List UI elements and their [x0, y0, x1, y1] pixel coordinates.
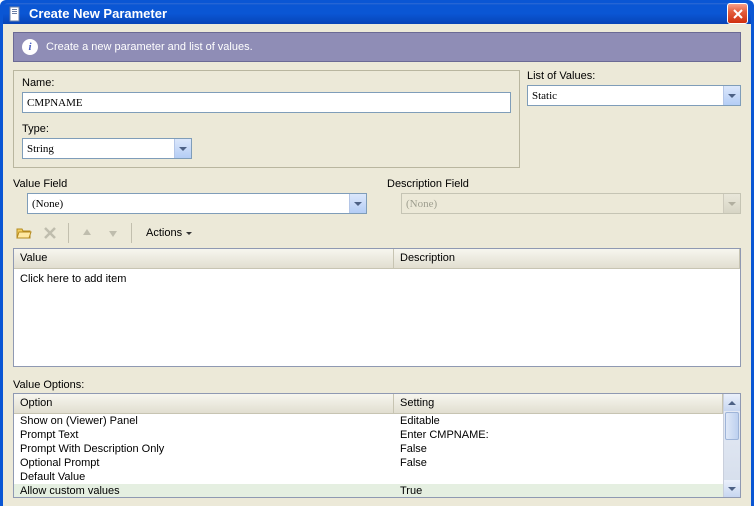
top-row: Name: Type: String List of Values: Stati…: [13, 70, 741, 168]
option-name: Allow custom values: [14, 484, 394, 497]
options-row[interactable]: Prompt With Description Only False: [14, 442, 723, 456]
info-icon: i: [22, 39, 38, 55]
name-label: Name:: [22, 77, 511, 89]
value-options-label: Value Options:: [13, 379, 741, 391]
info-bar: i Create a new parameter and list of val…: [13, 32, 741, 62]
chevron-down-icon: [723, 194, 740, 213]
window: Create New Parameter i Create a new para…: [0, 0, 754, 506]
col-value[interactable]: Value: [14, 249, 394, 268]
lov-label: List of Values:: [527, 70, 741, 82]
desc-field-combo: (None): [401, 193, 741, 214]
values-grid: Value Description Click here to add item: [13, 248, 741, 367]
options-row[interactable]: Allow custom values True: [14, 484, 723, 497]
move-down-button: [102, 222, 124, 244]
desc-field-label: Description Field: [387, 178, 741, 190]
col-option[interactable]: Option: [14, 394, 394, 413]
scroll-thumb[interactable]: [725, 412, 739, 440]
grid-header: Value Description: [14, 249, 740, 269]
title-bar: Create New Parameter: [3, 3, 751, 24]
option-name: Show on (Viewer) Panel: [14, 414, 394, 428]
options-body: Show on (Viewer) Panel Editable Prompt T…: [14, 414, 723, 497]
lov-combo[interactable]: Static: [527, 85, 741, 106]
desc-field-value: (None): [406, 198, 437, 210]
type-value: String: [27, 143, 54, 155]
chevron-down-icon: [723, 86, 740, 105]
type-label: Type:: [22, 123, 192, 135]
field-row: Value Field (None) Description Field (No…: [13, 178, 741, 214]
options-grid: Option Setting Show on (Viewer) Panel Ed…: [13, 393, 741, 498]
option-setting: [394, 470, 723, 484]
client-area: i Create a new parameter and list of val…: [3, 24, 751, 506]
col-setting[interactable]: Setting: [394, 394, 723, 413]
chevron-down-icon: [186, 232, 192, 235]
scrollbar[interactable]: [723, 394, 740, 497]
option-name: Default Value: [14, 470, 394, 484]
option-setting: False: [394, 442, 723, 456]
value-field-combo[interactable]: (None): [27, 193, 367, 214]
info-text: Create a new parameter and list of value…: [46, 41, 253, 53]
open-button[interactable]: [13, 222, 35, 244]
separator: [131, 223, 132, 243]
chevron-down-icon: [174, 139, 191, 158]
type-combo[interactable]: String: [22, 138, 192, 159]
scroll-up-button[interactable]: [724, 394, 740, 411]
actions-label: Actions: [146, 227, 182, 239]
toolbar: Actions: [13, 220, 741, 246]
options-row[interactable]: Default Value: [14, 470, 723, 484]
delete-button: [39, 222, 61, 244]
window-title: Create New Parameter: [29, 6, 727, 21]
col-description[interactable]: Description: [394, 249, 740, 268]
option-setting: True: [394, 484, 723, 497]
options-row[interactable]: Prompt Text Enter CMPNAME:: [14, 428, 723, 442]
grid-placeholder[interactable]: Click here to add item: [14, 269, 740, 289]
options-row[interactable]: Show on (Viewer) Panel Editable: [14, 414, 723, 428]
value-field-label: Value Field: [13, 178, 367, 190]
grid-body[interactable]: Click here to add item: [14, 269, 740, 366]
app-icon: [8, 6, 24, 22]
move-up-button: [76, 222, 98, 244]
options-header: Option Setting: [14, 394, 723, 414]
name-input[interactable]: [22, 92, 511, 113]
scroll-down-button[interactable]: [724, 480, 740, 497]
option-setting: Enter CMPNAME:: [394, 428, 723, 442]
actions-menu[interactable]: Actions: [139, 222, 199, 244]
option-name: Prompt Text: [14, 428, 394, 442]
chevron-down-icon: [349, 194, 366, 213]
option-setting: False: [394, 456, 723, 470]
option-name: Prompt With Description Only: [14, 442, 394, 456]
lov-value: Static: [532, 90, 557, 102]
scroll-track[interactable]: [724, 441, 740, 480]
close-button[interactable]: [727, 3, 748, 24]
lov-group: List of Values: Static: [527, 70, 741, 168]
name-type-group: Name: Type: String: [13, 70, 520, 168]
separator: [68, 223, 69, 243]
value-field-value: (None): [32, 198, 63, 210]
option-setting: Editable: [394, 414, 723, 428]
options-row[interactable]: Optional Prompt False: [14, 456, 723, 470]
option-name: Optional Prompt: [14, 456, 394, 470]
